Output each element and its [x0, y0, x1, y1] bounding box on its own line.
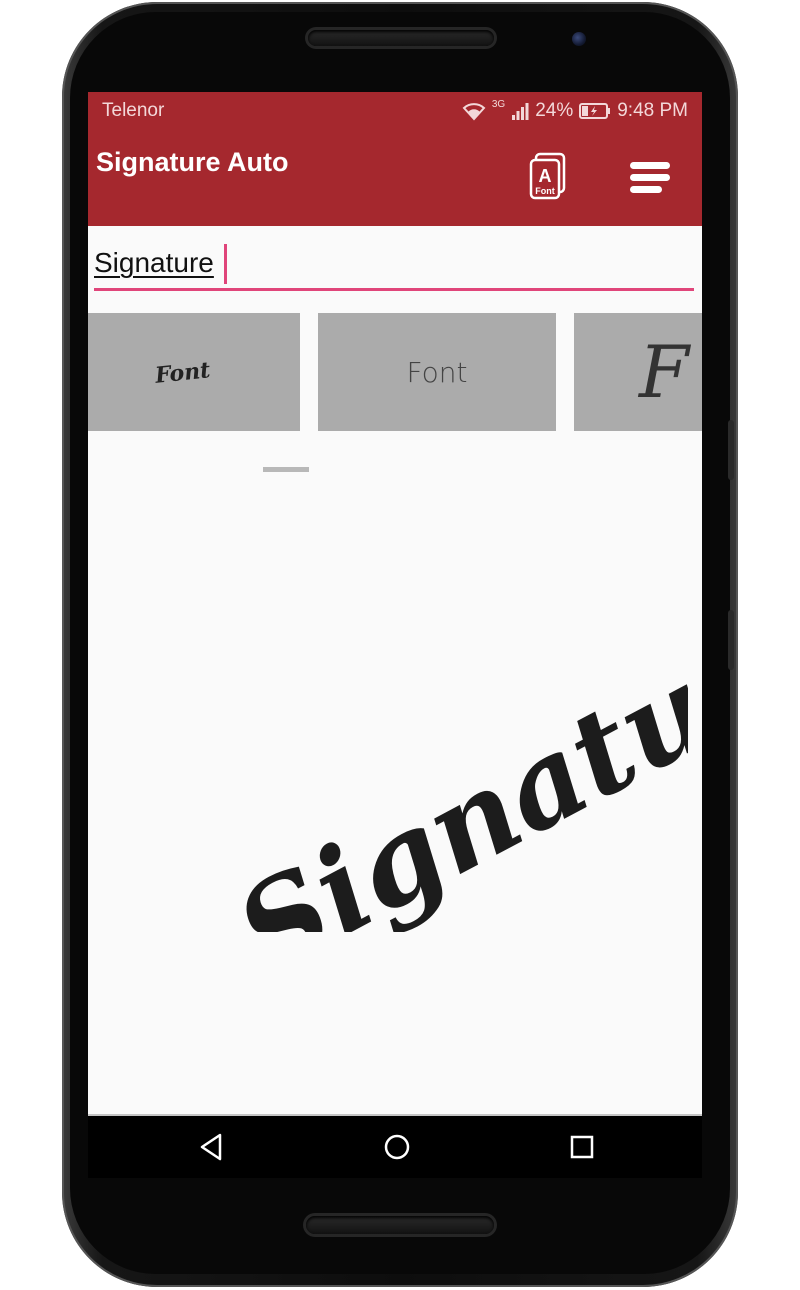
front-camera [572, 32, 586, 46]
strip-scroll-indicator [263, 467, 309, 472]
signature-preview-text: Signature [215, 612, 688, 932]
signature-text-input[interactable]: Signature [94, 247, 214, 279]
app-bar: Signature Auto A Font [88, 130, 702, 226]
status-icons: 3G 24% 9:48 PM [462, 98, 688, 122]
network-type: 3G [491, 98, 506, 110]
recents-button[interactable] [565, 1130, 599, 1164]
font-option-3[interactable]: F [574, 313, 702, 431]
recents-icon [570, 1135, 594, 1159]
app-screen: Telenor 3G 24% 9:48 PM Signature Auto A … [88, 92, 702, 1117]
wifi-icon [462, 101, 486, 121]
font-option-1[interactable]: Font [88, 313, 300, 431]
menu-button[interactable] [628, 158, 672, 198]
home-icon [384, 1134, 410, 1160]
font-selector-strip: Font Font F [88, 313, 702, 431]
back-button[interactable] [195, 1130, 229, 1164]
font-button[interactable]: A Font [528, 152, 568, 202]
volume-button [728, 420, 734, 480]
font-sample-2: Font [406, 355, 468, 389]
input-underline [94, 288, 694, 291]
font-sample-1: Font [154, 357, 212, 389]
font-sample-3: F [639, 330, 689, 414]
bottom-speaker [306, 1216, 494, 1234]
font-option-2[interactable]: Font [318, 313, 556, 431]
font-icon: A Font [529, 152, 566, 200]
battery-percent: 24% [535, 100, 574, 121]
back-icon [200, 1133, 222, 1161]
svg-text:A: A [539, 166, 552, 186]
navigation-bar [88, 1116, 702, 1178]
home-button[interactable] [380, 1130, 414, 1164]
menu-icon [630, 162, 670, 193]
font-icon-label: Font [535, 186, 555, 196]
battery-icon [579, 103, 611, 119]
clock: 9:48 PM [617, 100, 688, 121]
signature-preview: Signature [215, 612, 688, 932]
text-cursor [224, 244, 227, 284]
status-bar: Telenor 3G 24% 9:48 PM [88, 92, 702, 130]
signal-icon [511, 102, 529, 120]
carrier-label: Telenor [102, 100, 165, 121]
top-speaker [308, 30, 494, 46]
power-button [728, 610, 734, 670]
app-title: Signature Auto [96, 147, 289, 177]
